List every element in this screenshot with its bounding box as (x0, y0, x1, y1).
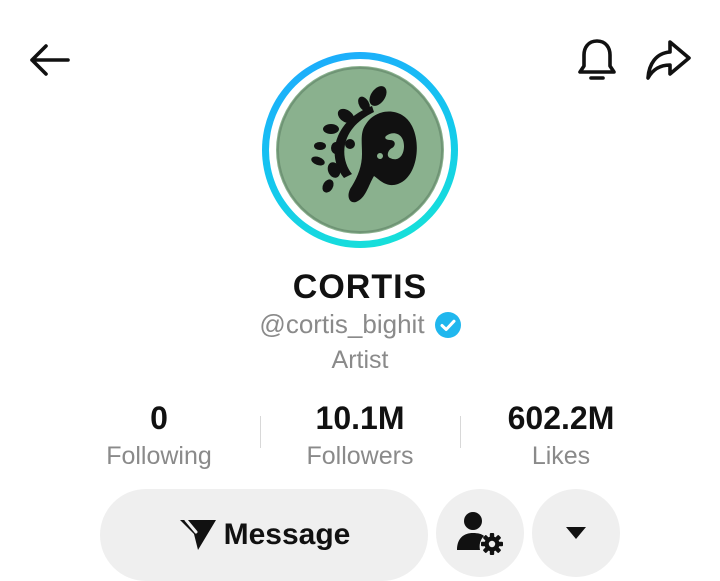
stat-label: Followers (306, 442, 414, 470)
caret-down-icon (566, 527, 586, 539)
stat-value: 10.1M (315, 400, 405, 436)
stat-value: 0 (150, 400, 168, 436)
arrow-left-icon (30, 44, 70, 76)
handle-row: @cortis_bighit (0, 309, 720, 340)
profile-bio: Artist (331, 346, 389, 374)
stat-followers[interactable]: 10.1M Followers (260, 398, 460, 472)
back-button[interactable] (22, 36, 74, 84)
bell-icon (578, 39, 616, 80)
user-gear-icon (457, 512, 503, 555)
verified-badge-icon (434, 311, 461, 338)
stat-label: Likes (531, 442, 591, 470)
message-button[interactable]: Message (100, 489, 428, 581)
share-button[interactable] (640, 34, 696, 86)
avatar[interactable] (276, 66, 444, 234)
stat-label: Following (106, 442, 212, 470)
share-arrow-icon (646, 40, 691, 80)
notification-button[interactable] (572, 34, 622, 86)
stat-following[interactable]: 0 Following (59, 398, 259, 472)
profile-handle: @cortis_bighit (259, 309, 425, 339)
cortis-logo-icon (277, 67, 443, 233)
profile-name: CORTIS (292, 268, 428, 306)
manage-follow-button[interactable] (436, 489, 524, 577)
more-options-button[interactable] (532, 489, 620, 577)
stat-value: 602.2M (507, 400, 615, 436)
stat-likes[interactable]: 602.2M Likes (461, 398, 661, 472)
paper-plane-icon (179, 518, 216, 550)
message-button-label: Message (223, 518, 351, 551)
